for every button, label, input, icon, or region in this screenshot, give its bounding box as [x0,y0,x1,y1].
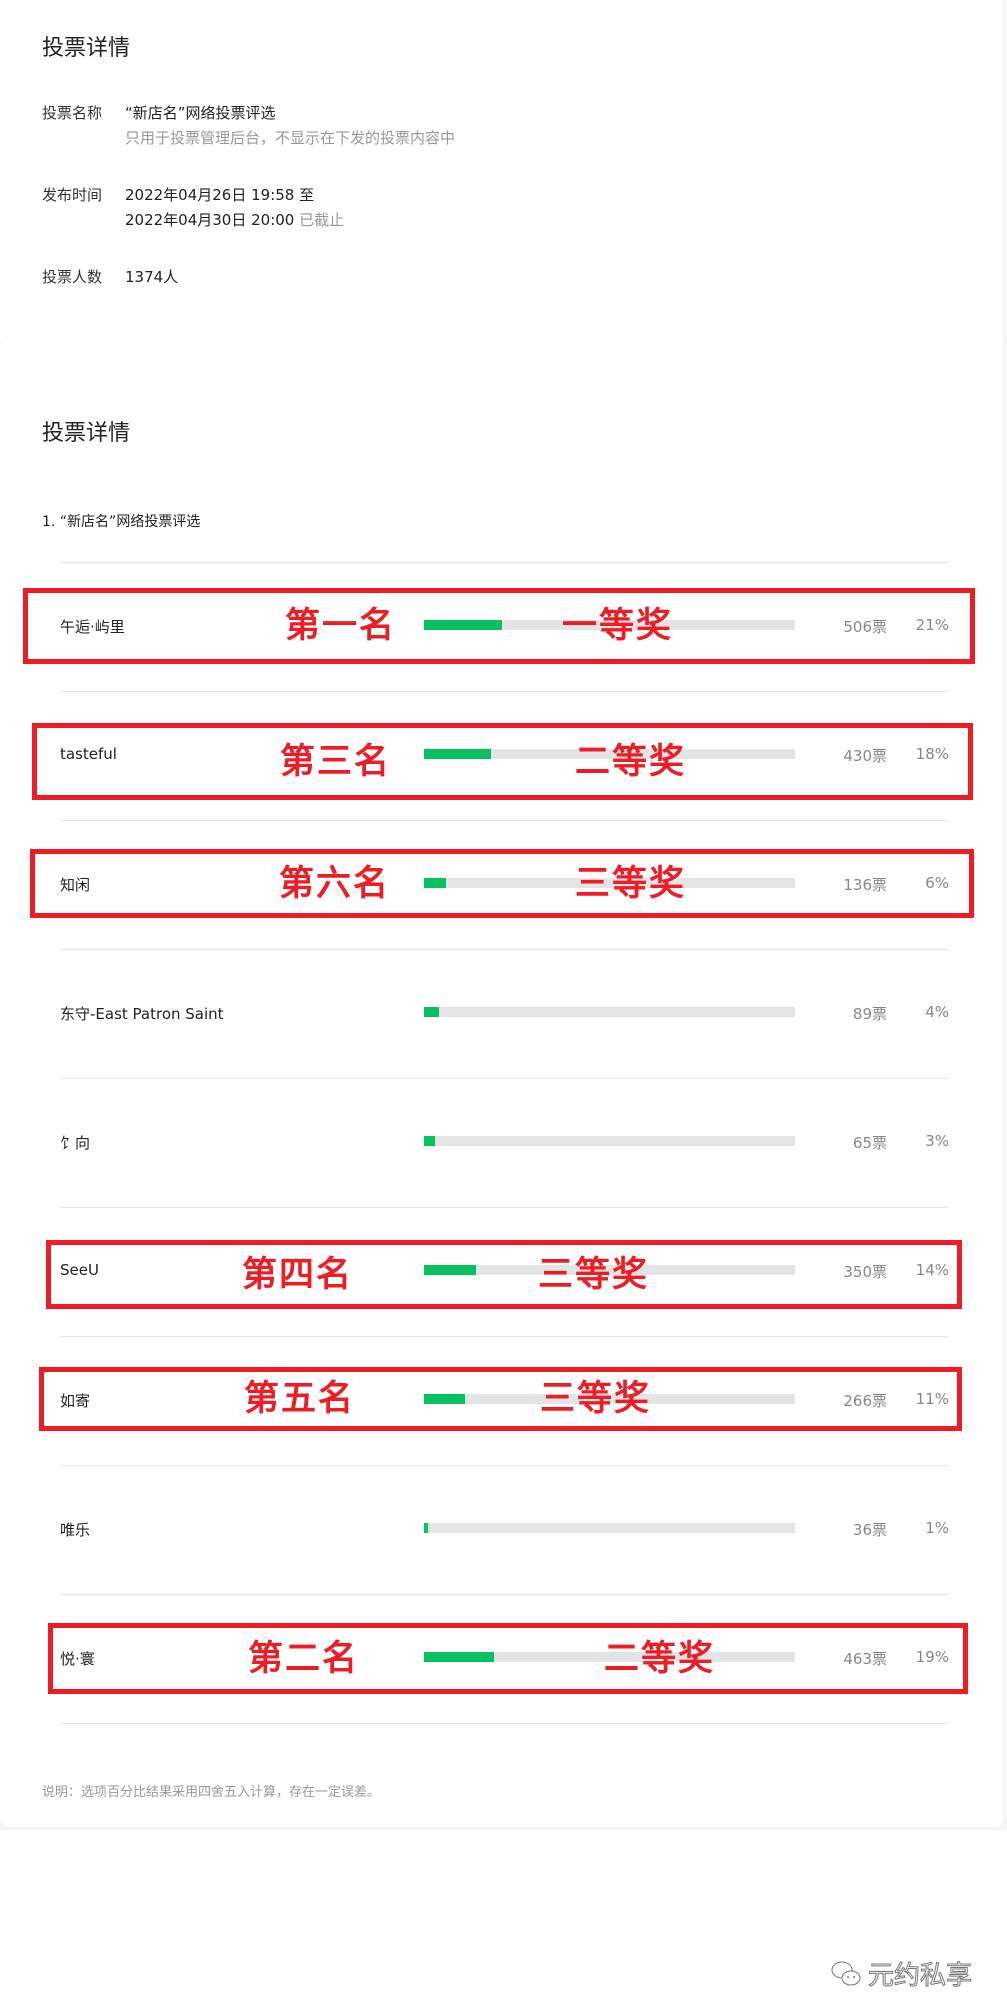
wechat-icon [831,1961,861,1985]
progress-bar [424,1523,795,1533]
annotation-box [46,1240,962,1309]
vote-name-value: “新店名”网络投票评选 [125,104,276,122]
annotation-rank: 第二名 [248,1638,360,1679]
annotation-rank: 第六名 [279,863,391,904]
annotation-rank: 第四名 [242,1254,354,1295]
annotation-prize: 二等奖 [604,1638,716,1679]
publish-time-start: 2022年04月26日 19:58 至 [125,186,315,204]
option-name: 唯乐 [60,1521,91,1539]
card-title: 投票详情 [42,421,131,446]
annotation-rank: 第一名 [285,606,397,646]
option-row: 饣向 65票 3% [0,1078,1003,1207]
vote-results-card: 投票详情 1. “新店名”网络投票评选 午逅·屿里 506票 21% tasteful… [0,339,1003,1827]
footnote: 说明：选项百分比结果采用四舍五入计算，存在一定误差。 [42,1785,381,1800]
progress-fill [424,1136,436,1146]
publish-time-label: 发布时间 [42,186,103,204]
annotation-box [23,588,975,664]
vote-percent: 4% [925,1003,949,1021]
annotation-prize: 二等奖 [575,741,687,782]
progress-fill [424,1007,439,1017]
annotation-box [30,849,974,918]
vote-count: 36票 [852,1521,887,1539]
divider [60,1723,949,1724]
vote-percent: 1% [925,1519,949,1537]
vote-count: 89票 [852,1005,887,1023]
voter-count-value: 1374人 [125,268,179,286]
option-row: 唯乐 36票 1% [0,1465,1003,1594]
progress-bar [424,1007,795,1017]
annotation-prize: 一等奖 [562,606,674,646]
question-title: 1. “新店名”网络投票评选 [42,514,201,530]
progress-fill [424,1523,428,1533]
annotation-rank: 第五名 [244,1379,356,1419]
vote-percent: 3% [925,1132,949,1150]
annotation-prize: 三等奖 [575,863,687,904]
vote-name-label: 投票名称 [42,104,103,122]
voter-count-label: 投票人数 [42,268,103,286]
annotation-box [39,1367,962,1431]
option-row: 东守-East Patron Saint 89票 4% [0,949,1003,1078]
vote-info-card: 投票详情 投票名称 “新店名”网络投票评选 只用于投票管理后台，不显示在下发的投… [0,0,1003,347]
option-name: 饣向 [60,1134,91,1152]
annotation-rank: 第三名 [280,741,392,782]
vote-name-note: 只用于投票管理后台，不显示在下发的投票内容中 [125,129,456,147]
status-badge: 已截止 [299,211,345,229]
publish-time-end: 2022年04月30日 20:00 [125,211,295,229]
option-name: 东守-East Patron Saint [60,1005,224,1023]
card-title: 投票详情 [42,36,131,61]
annotation-prize: 三等奖 [538,1254,650,1295]
progress-bar [424,1136,795,1146]
annotation-box [32,723,973,800]
annotation-box [48,1623,968,1694]
vote-count: 65票 [852,1134,887,1152]
watermark: 元约私享 [830,1955,973,1992]
annotation-prize: 三等奖 [540,1379,652,1419]
watermark-text: 元约私享 [867,1961,973,1992]
